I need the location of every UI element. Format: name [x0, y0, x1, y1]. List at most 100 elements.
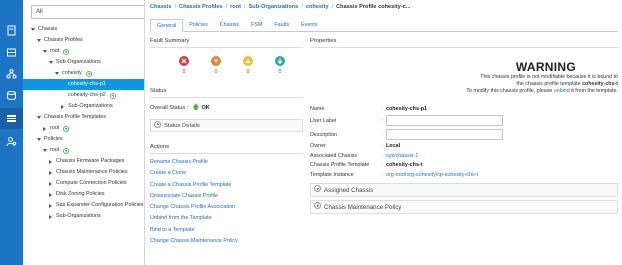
tree-node-label: Sub-Organizations — [56, 213, 101, 219]
template-instance-link[interactable]: org-root/org-cohesity/cp-cohesity-chs-t — [386, 172, 478, 178]
caret-right-icon[interactable] — [49, 203, 52, 208]
prop-associated-chassis: Associated Chassis: sys/chassis-1 — [310, 151, 618, 161]
caret-down-icon[interactable] — [43, 50, 47, 53]
prop-description: Description: — [310, 128, 618, 142]
tree-node[interactable]: root — [23, 46, 144, 57]
tree-node-label: Sub-Organizations — [68, 103, 113, 109]
tree-node[interactable]: Chassis Firmware Packages — [23, 156, 144, 167]
warning-line-1: This chassis profile is not modifiable b… — [480, 74, 618, 80]
action-link[interactable]: Unbind from the Template — [150, 213, 303, 224]
tree-node-label: Sas Expander Configuration Policies — [56, 202, 144, 208]
tab-policies[interactable]: Policies — [183, 19, 214, 32]
caret-right-icon[interactable] — [61, 104, 64, 109]
caret-down-icon[interactable] — [37, 138, 41, 141]
add-plus-icon[interactable] — [86, 70, 92, 77]
associated-chassis-link[interactable]: sys/chassis-1 — [386, 153, 418, 159]
tree-node-label: Chassis — [38, 26, 58, 32]
fault-counter[interactable]: 0 — [168, 56, 200, 75]
breadcrumb-separator: / — [174, 4, 177, 10]
prop-template: Chassis Profile Template: cohesity-chs-t — [310, 161, 618, 171]
tree-node[interactable]: Chassis Profile Templates — [23, 112, 144, 123]
tree-node[interactable]: Sub-Organizations — [23, 57, 144, 68]
caret-right-icon[interactable] — [49, 181, 52, 186]
rail-item-san[interactable] — [0, 85, 23, 106]
actions-title: Actions — [150, 144, 303, 154]
caret-right-icon[interactable] — [43, 126, 46, 131]
user-label-input[interactable] — [386, 115, 503, 126]
expand-plus-icon — [314, 202, 321, 210]
tree-node[interactable]: Chassis Profiles — [23, 35, 144, 46]
right-column: Properties WARNING This chassis profile … — [310, 38, 618, 214]
rail-item-admin[interactable] — [0, 131, 23, 152]
prop-owner-value: Local — [386, 143, 401, 150]
caret-right-icon[interactable] — [49, 192, 52, 197]
tab-fsm[interactable]: FSM — [245, 19, 268, 32]
caret-down-icon[interactable] — [49, 61, 53, 64]
action-link[interactable]: Rename Chassis Profile — [150, 157, 303, 168]
fault-counter[interactable]: 0 — [264, 56, 296, 75]
tab-chassis[interactable]: Chassis — [214, 19, 245, 32]
add-plus-icon[interactable] — [63, 147, 69, 154]
breadcrumb-item[interactable]: root — [230, 4, 241, 10]
breadcrumb-item[interactable]: cohesity — [306, 4, 329, 10]
rail-item-servers[interactable] — [0, 42, 23, 63]
status-section: Status Overall Status : 🡅 OK Status Detail… — [150, 88, 303, 132]
assigned-chassis-label: Assigned Chassis — [324, 186, 374, 194]
action-link[interactable]: Create a Chassis Profile Template — [150, 180, 303, 191]
description-input[interactable] — [386, 129, 503, 140]
warning-line-3-suffix: it from the template. — [571, 88, 618, 94]
caret-down-icon[interactable] — [43, 149, 47, 152]
san-icon — [7, 90, 16, 100]
status-details-expander[interactable]: Status Details — [150, 119, 303, 132]
fault-counter[interactable]: 0 — [232, 56, 264, 75]
network-icon — [6, 69, 17, 79]
add-plus-icon[interactable] — [63, 48, 69, 55]
tree-node-label: Compute Connection Policies — [56, 180, 127, 186]
action-link[interactable]: Disassociate Chassis Profile — [150, 191, 303, 202]
breadcrumb-item[interactable]: Chassis Profiles — [179, 4, 223, 10]
breadcrumb-item[interactable]: Sub-Organizations — [249, 4, 299, 10]
action-link[interactable]: Change Chassis Profile Association — [150, 202, 303, 213]
action-link[interactable]: Change Chassis Maintenance Policy — [150, 236, 303, 247]
caret-right-icon[interactable] — [49, 159, 52, 164]
tree-node[interactable]: Chassis — [23, 24, 144, 35]
tree-node[interactable]: Sas Expander Configuration Policies — [23, 200, 144, 211]
add-plus-icon[interactable] — [110, 92, 116, 99]
status-title: Status — [150, 88, 303, 98]
caret-right-icon[interactable] — [49, 214, 52, 219]
tab-events[interactable]: Events — [295, 19, 323, 32]
unbind-link[interactable]: unbind — [554, 88, 570, 94]
tree-node[interactable]: Sub-Organizations — [23, 101, 144, 112]
breadcrumb-current: Chassis Profile cohesity-c... — [336, 4, 411, 10]
maintenance-policy-expander[interactable]: Chassis Maintenance Policy — [310, 199, 618, 214]
action-link[interactable]: Create a Clone — [150, 168, 303, 179]
breadcrumb-item[interactable]: Chassis — [150, 4, 171, 10]
tree-node[interactable]: Sub-Organizations — [23, 211, 144, 222]
tree-node[interactable]: cohesity-chs-p1 — [23, 79, 144, 90]
tab-faults[interactable]: Faults — [268, 19, 295, 32]
caret-down-icon[interactable] — [37, 39, 41, 42]
rail-item-equipment[interactable] — [0, 20, 23, 41]
rail-item-chassis[interactable] — [0, 108, 23, 129]
tree-node[interactable]: root — [23, 123, 144, 134]
tree-node-label: cohesity-chs-p2 — [68, 92, 106, 98]
tab-general[interactable]: General — [150, 19, 184, 32]
caret-down-icon[interactable] — [31, 28, 35, 31]
tree-node[interactable]: root — [23, 145, 144, 156]
tree-node[interactable]: cohesity-chs-p2 — [23, 90, 144, 101]
prop-template-value: cohesity-chs-t — [386, 162, 423, 169]
nav-filter-dropdown[interactable]: All — [31, 5, 144, 19]
action-link[interactable]: Bind to a Template — [150, 225, 303, 236]
caret-down-icon[interactable] — [55, 72, 59, 75]
tree-node[interactable]: cohesity — [23, 68, 144, 79]
fault-counter[interactable]: 0 — [200, 56, 232, 75]
tree-node[interactable]: Disk Zoning Policies — [23, 189, 144, 200]
caret-down-icon[interactable] — [37, 116, 41, 119]
assigned-chassis-expander[interactable]: Assigned Chassis — [310, 182, 618, 197]
caret-right-icon[interactable] — [49, 170, 52, 175]
add-plus-icon[interactable] — [63, 125, 69, 132]
rail-item-network[interactable] — [0, 63, 23, 84]
tree-node[interactable]: Policies — [23, 134, 144, 145]
tree-node[interactable]: Chassis Maintenance Policies — [23, 167, 144, 178]
tree-node[interactable]: Compute Connection Policies — [23, 178, 144, 189]
